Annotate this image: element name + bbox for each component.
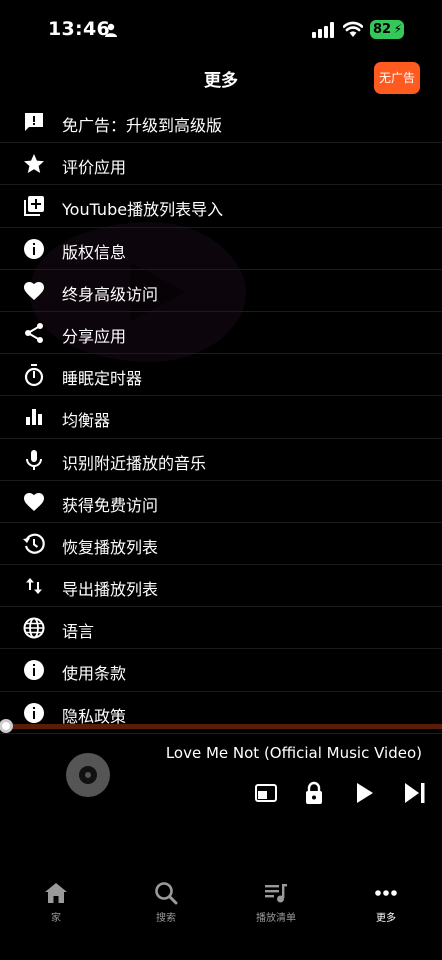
nav-label: 播放清单 [256, 913, 296, 924]
picture-in-picture-icon [255, 784, 277, 802]
playback-progress-bar[interactable] [0, 719, 442, 733]
menu-item-label: 终身高级访问 [62, 284, 159, 304]
status-bar: 13:46 82 ⚡ [0, 0, 442, 60]
lock-icon [306, 781, 322, 804]
swap-vertical-icon [22, 574, 46, 598]
globe-icon [22, 616, 46, 640]
playlist-add-icon [22, 194, 46, 218]
heart-icon [22, 279, 46, 303]
menu-item-label: 分享应用 [62, 326, 127, 346]
menu-item-label: 版权信息 [62, 242, 127, 262]
menu-item-youtube-import[interactable]: YouTube播放列表导入 [0, 185, 442, 228]
status-time: 13:46 [48, 18, 110, 40]
battery-level: 82 [373, 22, 392, 37]
info-icon [22, 658, 46, 682]
menu-item-restore-playlist[interactable]: 恢复播放列表 [0, 523, 442, 566]
cellular-signal-icon [312, 22, 334, 38]
no-ads-button[interactable]: 无广告 [374, 62, 420, 94]
history-icon [22, 532, 46, 556]
more-icon [373, 880, 399, 906]
menu-item-label: 获得免费访问 [62, 495, 159, 515]
bottom-nav: 家 搜索 播放清单 更多 [0, 870, 442, 960]
menu-item-recognize-music[interactable]: 识别附近播放的音乐 [0, 439, 442, 481]
microphone-icon [22, 448, 46, 472]
nav-label: 更多 [376, 913, 396, 924]
share-icon [22, 321, 46, 345]
timer-icon [22, 363, 46, 387]
menu-item-lifetime-premium[interactable]: 终身高级访问 [0, 270, 442, 312]
person-icon [105, 23, 117, 37]
equalizer-icon [22, 405, 46, 429]
nav-search[interactable]: 搜索 [121, 880, 211, 924]
now-playing-title[interactable]: Love Me Not (Official Music Video) [166, 744, 422, 762]
nav-more[interactable]: 更多 [341, 880, 431, 924]
menu-item-label: 评价应用 [62, 158, 127, 178]
feedback-icon [22, 110, 46, 134]
menu-item-free-access[interactable]: 获得免费访问 [0, 481, 442, 523]
star-icon [22, 152, 46, 176]
play-icon [357, 783, 373, 803]
menu-item-label: 语言 [62, 622, 95, 642]
menu-item-label: 导出播放列表 [62, 580, 159, 600]
menu-item-language[interactable]: 语言 [0, 607, 442, 650]
menu-item-label: 均衡器 [62, 411, 111, 431]
menu-item-label: YouTube播放列表导入 [62, 200, 224, 220]
header: 更多 无广告 [0, 60, 442, 100]
search-icon [153, 880, 179, 906]
play-button[interactable] [351, 780, 377, 806]
nav-playlists[interactable]: 播放清单 [231, 880, 321, 924]
nav-label: 家 [51, 913, 61, 924]
heart-icon [22, 490, 46, 514]
info-icon [22, 237, 46, 261]
menu-item-label: 识别附近播放的音乐 [62, 453, 207, 473]
menu-item-terms-of-use[interactable]: 使用条款 [0, 649, 442, 692]
lock-button[interactable] [301, 780, 327, 806]
nav-label: 搜索 [156, 913, 176, 924]
picture-in-picture-button[interactable] [253, 780, 279, 806]
skip-next-button[interactable] [402, 780, 428, 806]
info-icon [22, 701, 46, 725]
nav-home[interactable]: 家 [11, 880, 101, 924]
menu-item-rate-app[interactable]: 评价应用 [0, 143, 442, 186]
menu-item-label: 使用条款 [62, 664, 127, 684]
menu-item-share-app[interactable]: 分享应用 [0, 312, 442, 355]
home-icon [43, 880, 69, 906]
menu-item-sleep-timer[interactable]: 睡眠定时器 [0, 354, 442, 397]
battery-indicator: 82 ⚡ [370, 20, 404, 39]
more-menu: 免广告：升级到高级版 评价应用 YouTube播放列表导入 版权信息 终身高级访… [0, 101, 442, 734]
menu-item-equalizer[interactable]: 均衡器 [0, 396, 442, 439]
skip-next-icon [405, 783, 425, 803]
menu-item-label: 恢复播放列表 [62, 537, 159, 557]
menu-item-export-playlist[interactable]: 导出播放列表 [0, 565, 442, 608]
wifi-icon [343, 21, 363, 37]
album-disc-icon[interactable] [66, 753, 110, 797]
menu-item-label: 免广告：升级到高级版 [62, 116, 223, 135]
charging-bolt-icon: ⚡ [393, 22, 402, 36]
menu-item-copyright[interactable]: 版权信息 [0, 228, 442, 270]
menu-item-remove-ads[interactable]: 免广告：升级到高级版 [0, 101, 442, 144]
menu-item-label: 睡眠定时器 [62, 369, 143, 389]
playlist-icon [263, 880, 289, 906]
